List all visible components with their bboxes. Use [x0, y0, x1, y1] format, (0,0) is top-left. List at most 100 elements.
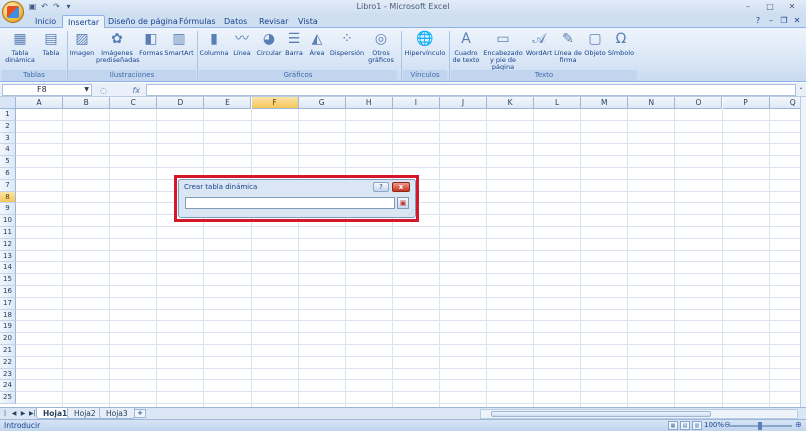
maximize-icon[interactable]: □: [760, 1, 780, 12]
row-header-17[interactable]: 17: [0, 297, 16, 310]
row-header-8[interactable]: 8: [0, 191, 16, 204]
column-header-F[interactable]: F: [251, 97, 299, 109]
sheet-tab-hoja2[interactable]: Hoja2: [67, 408, 103, 419]
linea-chart-button[interactable]: 〰 Línea: [229, 30, 255, 57]
name-box[interactable]: F8 ▼: [2, 84, 92, 96]
wordart-button[interactable]: 𝒜 WordArt: [525, 30, 553, 57]
zoom-slider[interactable]: [728, 422, 792, 430]
row-header-2[interactable]: 2: [0, 120, 16, 133]
cuadro-texto-button[interactable]: A Cuadro de texto: [451, 30, 481, 64]
wb-close-icon[interactable]: ✕: [792, 16, 802, 26]
column-header-H[interactable]: H: [345, 97, 393, 109]
page-layout-view-icon[interactable]: ▤: [680, 421, 690, 430]
tab-datos[interactable]: Datos: [219, 15, 252, 28]
customize-icon[interactable]: ▾: [64, 2, 73, 11]
cancel-formula-icon[interactable]: ◌: [100, 86, 107, 95]
row-header-7[interactable]: 7: [0, 179, 16, 192]
tab-inicio[interactable]: Inicio: [30, 15, 61, 28]
range-input[interactable]: [185, 197, 395, 209]
wb-restore-icon[interactable]: ❐: [779, 16, 789, 26]
expand-formula-bar-icon[interactable]: ⌄: [797, 84, 805, 96]
row-header-24[interactable]: 24: [0, 380, 16, 393]
column-header-B[interactable]: B: [63, 97, 111, 109]
row-header-10[interactable]: 10: [0, 215, 16, 227]
row-header-23[interactable]: 23: [0, 368, 16, 381]
row-header-18[interactable]: 18: [0, 309, 16, 322]
insert-function-icon[interactable]: fx: [132, 86, 140, 95]
vertical-scrollbar[interactable]: [800, 97, 806, 407]
row-header-21[interactable]: 21: [0, 345, 16, 357]
row-header-9[interactable]: 9: [0, 203, 16, 216]
row-header-13[interactable]: 13: [0, 250, 16, 263]
columna-chart-button[interactable]: ▮ Columna: [199, 30, 229, 57]
row-header-25[interactable]: 25: [0, 392, 16, 404]
minimize-icon[interactable]: –: [738, 1, 758, 12]
row-header-12[interactable]: 12: [0, 238, 16, 251]
column-header-K[interactable]: K: [487, 97, 535, 109]
row-header-11[interactable]: 11: [0, 227, 16, 239]
column-header-C[interactable]: C: [110, 97, 158, 109]
barra-chart-button[interactable]: ☰ Barra: [283, 30, 305, 57]
insert-sheet-icon[interactable]: ✚: [134, 409, 146, 418]
expand-dialog-icon[interactable]: ▣: [397, 197, 409, 209]
linea-firma-button[interactable]: ✎ Línea de firma: [553, 30, 583, 64]
formula-input[interactable]: [146, 84, 796, 96]
sheet-tab-hoja3[interactable]: Hoja3: [99, 408, 135, 419]
resize-grip-icon[interactable]: ⋰: [408, 209, 414, 216]
smartart-button[interactable]: ▥ SmartArt: [164, 30, 194, 57]
imagenes-predisenadas-button[interactable]: ✿ Imágenes prediseñadas: [96, 30, 140, 64]
horizontal-scrollbar[interactable]: [480, 409, 798, 419]
column-header-P[interactable]: P: [722, 97, 770, 109]
objeto-button[interactable]: ▢ Objeto: [583, 30, 607, 57]
row-header-4[interactable]: 4: [0, 144, 16, 157]
row-header-20[interactable]: 20: [0, 333, 16, 345]
area-chart-button[interactable]: ◭ Área: [305, 30, 329, 57]
column-header-E[interactable]: E: [204, 97, 252, 109]
tab-diseno-pagina[interactable]: Diseño de página: [103, 15, 183, 28]
row-header-3[interactable]: 3: [0, 132, 16, 145]
column-header-L[interactable]: L: [534, 97, 582, 109]
tab-insertar[interactable]: Insertar: [62, 15, 106, 28]
row-header-6[interactable]: 6: [0, 168, 16, 180]
simbolo-button[interactable]: Ω Símbolo: [607, 30, 635, 57]
office-button[interactable]: [2, 1, 24, 23]
column-header-N[interactable]: N: [628, 97, 676, 109]
worksheet-grid[interactable]: A B C D E F G H I J K L M N O P Q 1 2 3 4 5 6 7 8 9 10 11 12 13 14 15 16…: [0, 97, 806, 407]
zoom-in-icon[interactable]: ⊕: [795, 420, 802, 429]
hipervinculo-button[interactable]: 🌐 Hipervínculo: [403, 30, 447, 57]
column-header-D[interactable]: D: [157, 97, 205, 109]
chevron-down-icon[interactable]: ▼: [84, 85, 89, 95]
tabla-dinamica-button[interactable]: ▦ Tabla dinámica: [4, 30, 36, 64]
dialog-close-button[interactable]: x: [392, 182, 410, 192]
column-header-M[interactable]: M: [581, 97, 629, 109]
save-icon[interactable]: ▣: [28, 2, 37, 11]
dialog-help-button[interactable]: ?: [373, 182, 389, 192]
page-break-view-icon[interactable]: ▥: [692, 421, 702, 430]
tab-vista[interactable]: Vista: [293, 15, 323, 28]
row-header-14[interactable]: 14: [0, 262, 16, 275]
column-header-O[interactable]: O: [675, 97, 723, 109]
zoom-slider-knob[interactable]: [758, 422, 762, 430]
encabezado-pie-button[interactable]: ▭ Encabezado y pie de página: [481, 30, 525, 71]
column-header-G[interactable]: G: [298, 97, 346, 109]
tab-revisar[interactable]: Revisar: [254, 15, 293, 28]
tab-formulas[interactable]: Fórmulas: [174, 15, 221, 28]
column-header-I[interactable]: I: [392, 97, 440, 109]
row-header-5[interactable]: 5: [0, 156, 16, 168]
column-header-J[interactable]: J: [439, 97, 487, 109]
row-header-19[interactable]: 19: [0, 321, 16, 334]
wb-minimize-icon[interactable]: –: [766, 16, 776, 26]
select-all-corner[interactable]: [0, 97, 16, 109]
imagen-button[interactable]: ▨ Imagen: [68, 30, 96, 57]
row-header-15[interactable]: 15: [0, 274, 16, 286]
column-header-A[interactable]: A: [16, 97, 64, 109]
normal-view-icon[interactable]: ▦: [668, 421, 678, 430]
row-header-16[interactable]: 16: [0, 286, 16, 298]
dispersion-chart-button[interactable]: ⁘ Dispersión: [329, 30, 365, 57]
row-header-1[interactable]: 1: [0, 109, 16, 121]
close-window-icon[interactable]: ✕: [782, 1, 802, 12]
redo-icon[interactable]: ↷: [52, 2, 61, 11]
undo-icon[interactable]: ↶: [40, 2, 49, 11]
help-icon[interactable]: ?: [753, 16, 763, 26]
formas-button[interactable]: ◧ Formas: [138, 30, 164, 57]
